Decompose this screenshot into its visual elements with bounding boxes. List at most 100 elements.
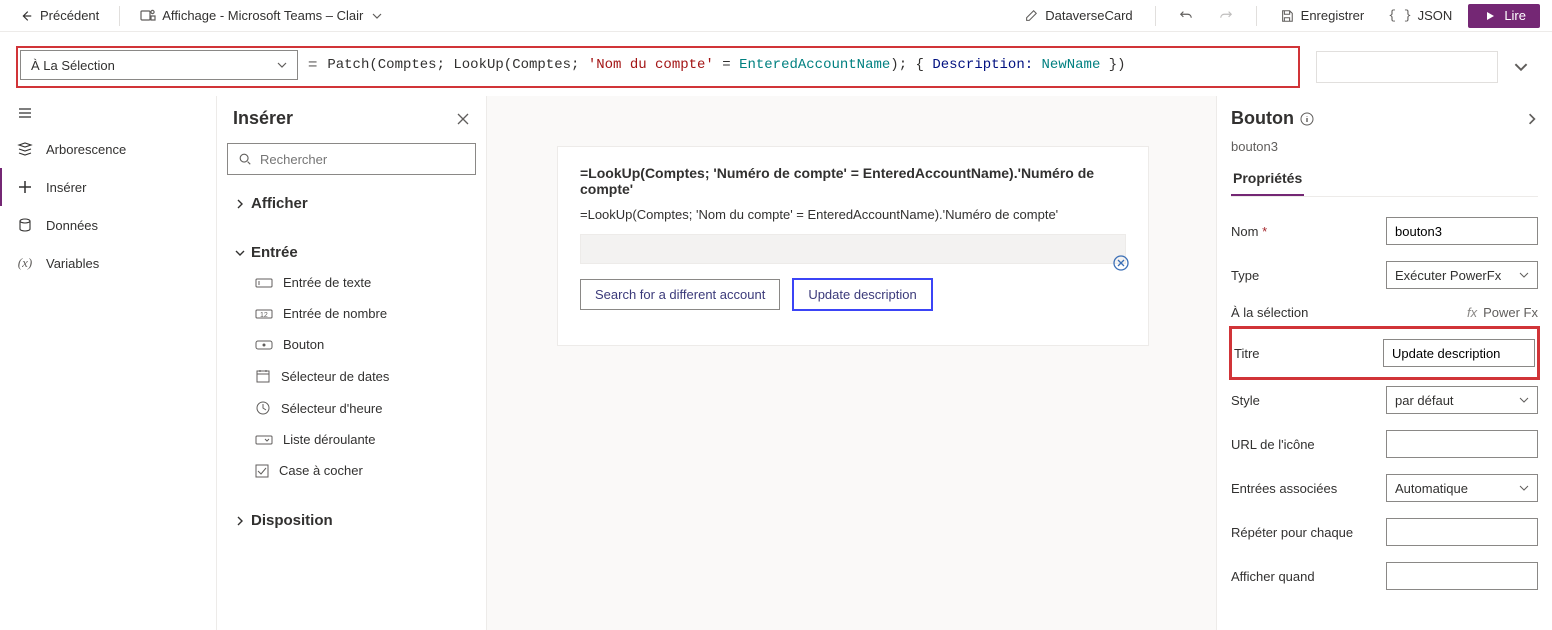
control-time-picker[interactable]: Sélecteur d'heure [235, 392, 468, 424]
control-date-label: Sélecteur de dates [281, 369, 389, 384]
expand-panel-button[interactable] [1526, 113, 1538, 125]
nav-insert-label: Insérer [46, 180, 86, 195]
insert-panel-header: Insérer [227, 108, 476, 135]
prop-row-title: Titre [1234, 331, 1535, 375]
prop-showwhen-label: Afficher quand [1231, 569, 1315, 584]
prop-assoc-dropdown[interactable]: Automatique [1386, 474, 1538, 502]
top-bar-right: DataverseCard Enregistrer { } JSON [1015, 4, 1540, 28]
nav-data-label: Données [46, 218, 98, 233]
nav-insert[interactable]: Insérer [0, 168, 216, 206]
chevron-right-icon [235, 199, 245, 209]
data-icon [16, 216, 34, 234]
properties-panel: Bouton bouton3 Propriétés Nom Type Exécu… [1216, 96, 1552, 630]
prop-name-label: Nom [1231, 224, 1267, 239]
prop-row-name: Nom [1231, 209, 1538, 253]
button-icon [255, 338, 273, 352]
control-date-picker[interactable]: Sélecteur de dates [235, 360, 468, 392]
close-icon [456, 112, 470, 126]
separator [1256, 6, 1257, 26]
control-button[interactable]: Bouton [235, 329, 468, 360]
undo-button[interactable] [1170, 4, 1202, 28]
insert-title: Insérer [233, 108, 293, 129]
prop-type-dropdown[interactable]: Exécuter PowerFx [1386, 261, 1538, 289]
canvas[interactable]: =LookUp(Comptes; 'Numéro de compte' = En… [487, 96, 1216, 630]
prop-title-label: Titre [1234, 346, 1260, 361]
play-icon [1482, 8, 1498, 24]
text-input-icon [255, 276, 273, 290]
prop-row-assoc: Entrées associées Automatique [1231, 466, 1538, 510]
chevron-down-icon [277, 60, 287, 70]
search-input[interactable] [260, 152, 465, 167]
chevron-right-icon [235, 516, 245, 526]
control-dropdown-label: Liste déroulante [283, 432, 376, 447]
section-display-header[interactable]: Afficher [235, 189, 468, 218]
prop-title-input[interactable] [1383, 339, 1535, 367]
prop-style-label: Style [1231, 393, 1260, 408]
card-field[interactable] [580, 234, 1126, 264]
arrow-left-icon [18, 8, 34, 24]
prop-row-onselect: À la sélection fxPower Fx [1231, 297, 1538, 328]
formula-input[interactable] [1316, 51, 1498, 83]
fx-icon: fx [1467, 305, 1477, 320]
control-text-input[interactable]: Entrée de texte [235, 267, 468, 298]
prop-iconurl-input[interactable] [1386, 430, 1538, 458]
update-description-button[interactable]: Update description [792, 278, 932, 311]
properties-title: Bouton [1231, 108, 1314, 129]
nav-tree-label: Arborescence [46, 142, 126, 157]
clear-button[interactable] [1112, 254, 1130, 272]
prop-iconurl-label: URL de l'icône [1231, 437, 1315, 452]
nav-variables[interactable]: (x) Variables [0, 244, 216, 282]
tree-icon [16, 140, 34, 158]
chevron-down-icon [1519, 395, 1529, 405]
prop-showwhen-input[interactable] [1386, 562, 1538, 590]
prop-row-type: Type Exécuter PowerFx [1231, 253, 1538, 297]
chevron-down-icon [369, 8, 385, 24]
svg-text:12: 12 [260, 312, 268, 319]
prop-onselect-value[interactable]: fxPower Fx [1467, 305, 1538, 320]
variable-icon: (x) [16, 254, 34, 272]
control-time-label: Sélecteur d'heure [281, 401, 383, 416]
prop-style-dropdown[interactable]: par défaut [1386, 386, 1538, 414]
prop-onselect-label: À la sélection [1231, 305, 1308, 320]
chevron-down-icon [235, 248, 245, 258]
close-panel-button[interactable] [456, 112, 470, 126]
search-account-button[interactable]: Search for a different account [580, 279, 780, 310]
prop-name-input[interactable] [1386, 217, 1538, 245]
body: Arborescence Insérer Données (x) Variabl… [0, 96, 1552, 630]
hamburger-button[interactable] [0, 96, 216, 130]
properties-header: Bouton [1231, 106, 1538, 139]
control-dropdown[interactable]: Liste déroulante [235, 424, 468, 455]
properties-title-text: Bouton [1231, 108, 1294, 129]
checkbox-icon [255, 464, 269, 478]
prop-assoc-label: Entrées associées [1231, 481, 1337, 496]
json-button[interactable]: { } JSON [1380, 4, 1460, 27]
calendar-icon [255, 368, 271, 384]
dataverse-button[interactable]: DataverseCard [1015, 4, 1140, 28]
prop-row-style: Style par défaut [1231, 378, 1538, 422]
section-display-label: Afficher [251, 195, 308, 212]
formula-bar: À La Sélection = Patch(Comptes; LookUp(C… [0, 32, 1552, 96]
play-button[interactable]: Lire [1468, 4, 1540, 28]
expand-formula-button[interactable] [1506, 60, 1536, 74]
back-button[interactable]: Précédent [12, 4, 105, 28]
property-dropdown[interactable]: À La Sélection [20, 50, 298, 80]
theme-label: Affichage - Microsoft Teams – Clair [162, 8, 363, 23]
section-input-header[interactable]: Entrée [235, 238, 468, 267]
search-box[interactable] [227, 143, 476, 175]
nav-tree[interactable]: Arborescence [0, 130, 216, 168]
control-number-input[interactable]: 12 Entrée de nombre [235, 298, 468, 329]
tab-properties[interactable]: Propriétés [1231, 164, 1304, 196]
save-button[interactable]: Enregistrer [1271, 4, 1373, 28]
theme-dropdown[interactable]: Affichage - Microsoft Teams – Clair [134, 4, 391, 28]
section-layout-header[interactable]: Disposition [235, 506, 468, 535]
card-line2: =LookUp(Comptes; 'Nom du compte' = Enter… [580, 207, 1126, 222]
prop-type-label: Type [1231, 268, 1259, 283]
prop-repeat-input[interactable] [1386, 518, 1538, 546]
prop-type-value: Exécuter PowerFx [1395, 268, 1501, 283]
prop-row-title-highlight: Titre [1229, 326, 1540, 380]
redo-button[interactable] [1210, 4, 1242, 28]
search-icon [238, 152, 252, 166]
control-checkbox[interactable]: Case à cocher [235, 455, 468, 486]
nav-data[interactable]: Données [0, 206, 216, 244]
info-icon[interactable] [1300, 112, 1314, 126]
